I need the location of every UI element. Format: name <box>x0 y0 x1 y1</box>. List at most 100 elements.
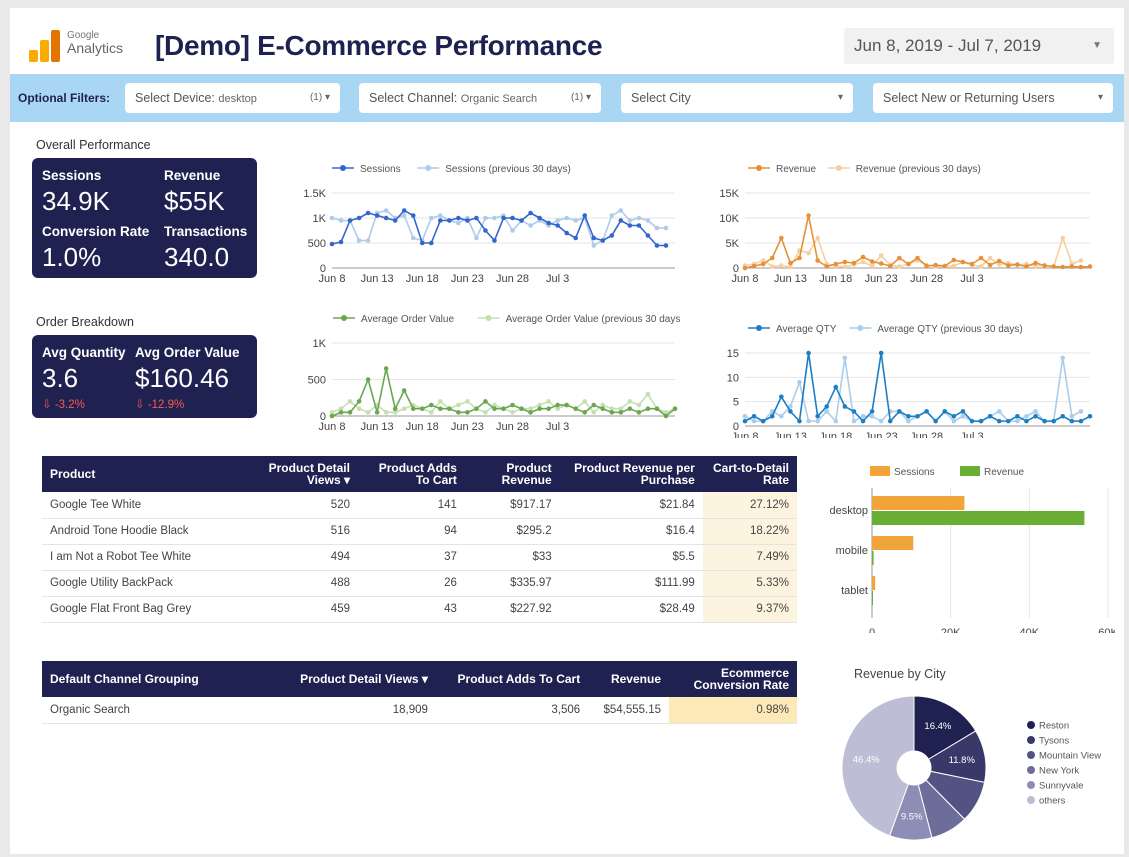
y-tick-label: 15 <box>727 348 739 360</box>
data-point <box>501 215 506 221</box>
table-cell: Google Utility BackPack <box>42 570 248 597</box>
data-point <box>806 350 811 356</box>
data-point <box>365 377 371 382</box>
date-range-picker[interactable]: Jun 8, 2019 - Jul 7, 2019 ▼ <box>844 28 1114 64</box>
table-cell: $917.17 <box>464 492 560 519</box>
data-point <box>410 406 416 411</box>
data-point <box>383 366 389 371</box>
data-point <box>456 402 461 408</box>
channel-filter-label: Select Channel: <box>369 91 458 105</box>
legend-marker <box>1027 751 1035 759</box>
users-filter-label: Select New or Returning Users <box>883 91 1055 105</box>
data-point <box>1005 418 1011 424</box>
table-cell: 43 <box>357 596 465 623</box>
column-header[interactable]: Product Revenue <box>464 456 560 492</box>
legend-label: Average QTY (previous 30 days) <box>877 324 1022 335</box>
overall-scorecard: Sessions 34.9K Revenue $55K Conversion R… <box>32 158 257 278</box>
data-point <box>842 404 848 409</box>
data-point <box>1087 413 1093 419</box>
table-row[interactable]: Google Flat Front Bag Grey 459 43 $227.92 $2… <box>42 596 797 623</box>
filters-label: Optional Filters: <box>18 91 111 105</box>
pie-data-label: 9.5% <box>901 811 923 822</box>
table-row[interactable]: I am Not a Robot Tee White 494 37 $33 $5.5 7.… <box>42 544 797 571</box>
data-point <box>860 413 866 419</box>
revenue-line-chart: Revenue Revenue (previous 30 days) 15K 10K 5… <box>719 164 1093 283</box>
legend-label: others <box>1039 796 1066 807</box>
data-point <box>609 410 615 415</box>
legend-marker <box>425 165 432 171</box>
channel-filter[interactable]: Select Channel: Organic Search (1) ▾ <box>359 83 601 113</box>
data-point <box>851 418 857 424</box>
data-point <box>663 413 669 419</box>
x-tick-label: Jun 23 <box>865 273 898 283</box>
channel-table: Default Channel Grouping Product Detail … <box>42 661 797 724</box>
column-header[interactable]: Product Adds To Cart <box>435 661 589 697</box>
data-point <box>1060 413 1066 419</box>
x-tick-label: Jul 3 <box>546 421 569 433</box>
sessions-label: Sessions <box>42 168 102 183</box>
column-header[interactable]: Product Revenue per Purchase <box>559 456 703 492</box>
x-tick-label: Jun 13 <box>361 421 394 433</box>
data-point <box>347 218 353 223</box>
data-point <box>742 418 748 424</box>
data-point <box>860 254 866 260</box>
channel-table-header-row: Default Channel Grouping Product Detail … <box>42 661 797 697</box>
table-row[interactable]: Organic Search 18,909 3,506 $54,555.15 0.98% <box>42 697 797 724</box>
data-point <box>833 418 839 424</box>
data-point <box>591 235 597 241</box>
brand-name: Google Analytics <box>67 30 123 56</box>
data-point <box>365 238 371 243</box>
users-filter[interactable]: Select New or Returning Users ▾ <box>873 83 1113 113</box>
city-filter[interactable]: Select City ▾ <box>621 83 853 113</box>
table-row[interactable]: Google Tee White 520 141 $917.17 $21.84 27.12… <box>42 492 797 519</box>
data-point <box>519 218 524 223</box>
qty-line-chart: Average QTY Average QTY (previous 30 days… <box>727 324 1093 438</box>
column-header[interactable]: Product Detail Views ▾ <box>248 456 358 492</box>
data-point <box>751 263 757 269</box>
data-point <box>779 394 784 400</box>
data-point <box>779 263 784 268</box>
legend-swatch <box>870 466 890 476</box>
column-header[interactable]: Revenue <box>588 661 669 697</box>
data-point <box>815 418 820 424</box>
data-point <box>401 388 407 393</box>
table-cell: 94 <box>357 518 465 545</box>
data-point <box>960 409 966 414</box>
column-header[interactable]: Product Detail Views ▾ <box>278 661 436 697</box>
legend-label: Revenue <box>984 467 1024 478</box>
bar <box>872 536 914 550</box>
data-point <box>338 218 344 223</box>
data-point <box>483 399 488 404</box>
x-tick-label: 40K <box>1020 627 1040 633</box>
category-label: tablet <box>841 585 868 597</box>
data-point <box>365 210 371 216</box>
data-point <box>356 215 362 221</box>
data-point <box>878 261 884 266</box>
data-point <box>483 410 488 415</box>
data-point <box>528 410 533 415</box>
data-point <box>401 208 407 213</box>
legend-marker <box>835 165 842 171</box>
data-point <box>978 255 984 261</box>
data-point <box>833 384 839 390</box>
column-header[interactable]: Product Adds To Cart <box>357 456 465 492</box>
column-header[interactable]: Ecommerce Conversion Rate <box>669 661 797 697</box>
column-header[interactable]: Product <box>42 456 248 492</box>
column-header[interactable]: Cart-to-Detail Rate <box>702 456 797 492</box>
data-point <box>824 404 830 409</box>
table-cell: 520 <box>248 492 358 519</box>
data-point <box>419 406 425 411</box>
data-point <box>392 406 398 411</box>
column-header[interactable]: Default Channel Grouping <box>42 661 278 697</box>
x-tick-label: 60K <box>1098 627 1115 633</box>
data-point <box>383 208 389 213</box>
report-header: Google Analytics [Demo] E-Commerce Perfo… <box>10 8 1124 74</box>
pie-data-label: 46.4% <box>853 755 880 766</box>
table-row[interactable]: Android Tone Hoodie Black 516 94 $295.2 $16.… <box>42 518 797 545</box>
table-row[interactable]: Google Utility BackPack 488 26 $335.97 $111.… <box>42 570 797 597</box>
chevron-down-icon: ▼ <box>1092 40 1102 51</box>
data-point <box>672 406 678 411</box>
device-filter[interactable]: Select Device: desktop (1) ▾ <box>125 83 340 113</box>
data-point <box>797 255 802 261</box>
data-point <box>906 418 911 424</box>
